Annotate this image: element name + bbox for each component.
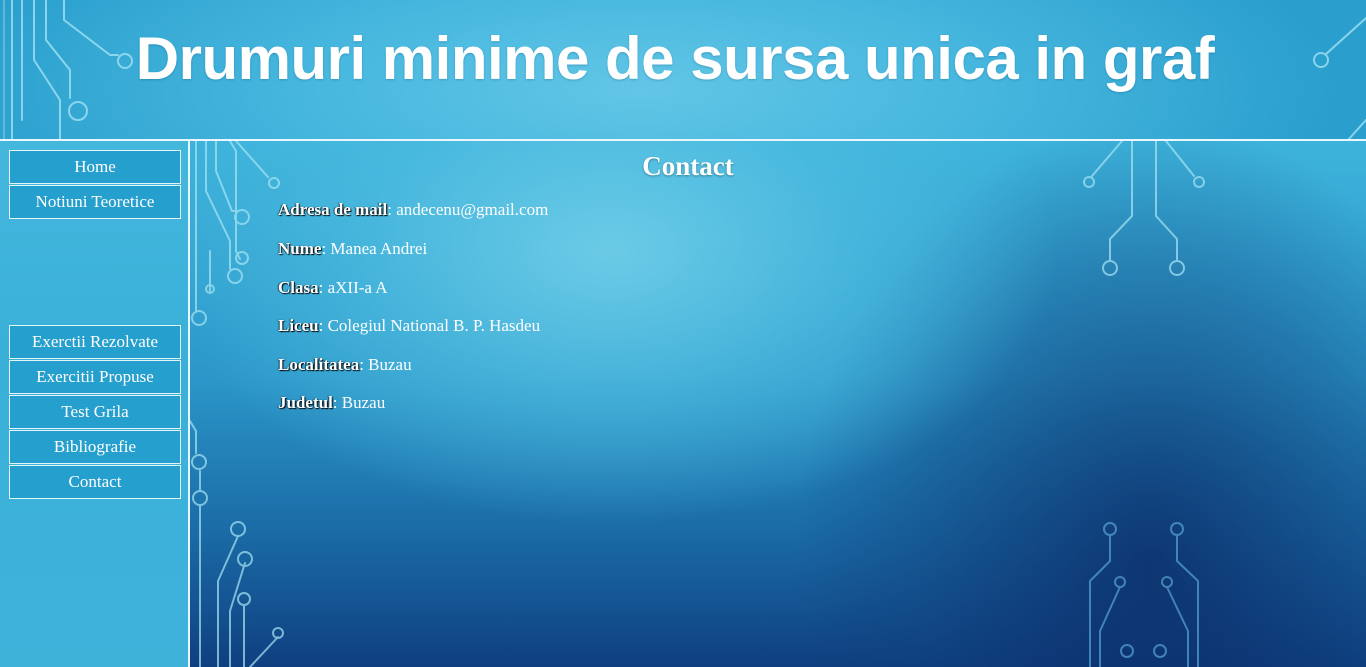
sidebar-item-exercitii-rezolvate[interactable]: Exerctii Rezolvate <box>9 325 181 359</box>
contact-county-label: Judetul <box>278 393 333 412</box>
sidebar-item-label: Home <box>74 157 116 176</box>
sidebar-item-label: Exercitii Propuse <box>36 367 154 386</box>
contact-class-label: Clasa <box>278 278 319 297</box>
page-title: Drumuri minime de sursa unica in graf <box>0 24 1366 93</box>
sidebar-item-label: Test Grila <box>61 402 129 421</box>
sidebar-item-notiuni-teoretice[interactable]: Notiuni Teoretice <box>9 185 181 219</box>
contact-city-label: Localitatea <box>278 355 360 374</box>
contact-city-value: : Buzau <box>359 355 412 374</box>
page-title-text: Drumuri minime de sursa unica in graf <box>135 25 1215 92</box>
sidebar-item-bibliografie[interactable]: Bibliografie <box>9 430 181 464</box>
contact-school-label: Liceu <box>278 316 319 335</box>
contact-class-value: : aXII-a A <box>318 278 388 297</box>
contact-name-row: Nume: Manea Andrei <box>278 239 427 259</box>
sidebar-item-label: Exerctii Rezolvate <box>31 332 159 351</box>
contact-county-value: : Buzau <box>332 393 386 412</box>
contact-county-row: Judetul: Buzau <box>278 393 385 413</box>
sidebar-item-contact[interactable]: Contact <box>9 465 181 499</box>
contact-school-value: : Colegiul National B. P. Hasdeu <box>318 316 541 335</box>
contact-name-value: : Manea Andrei <box>321 239 428 258</box>
contact-class-row: Clasa: aXII-a A <box>278 278 388 298</box>
sidebar-item-label: Contact <box>68 472 122 491</box>
sidebar-item-exercitii-propuse[interactable]: Exercitii Propuse <box>9 360 181 394</box>
page-header: Drumuri minime de sursa unica in graf <box>0 0 1366 140</box>
contact-email-value: : andecenu@gmail.com <box>387 200 549 219</box>
sidebar-item-label: Notiuni Teoretice <box>35 192 155 211</box>
contact-school-row: Liceu: Colegiul National B. P. Hasdeu <box>278 316 540 336</box>
contact-email-row: Adresa de mail: andecenu@gmail.com <box>278 200 548 220</box>
contact-city-row: Localitatea: Buzau <box>278 355 412 375</box>
sidebar-item-test-grila[interactable]: Test Grila <box>9 395 181 429</box>
contact-heading: Contact <box>642 151 734 181</box>
circuit-pattern-icon <box>1089 522 1199 667</box>
contact-name-label: Nume <box>278 239 322 258</box>
main-content: Contact Adresa de mail: andecenu@gmail.c… <box>190 141 1366 667</box>
contact-email-label: Adresa de mail <box>278 200 388 219</box>
sidebar-item-home[interactable]: Home <box>9 150 181 184</box>
sidebar-item-label: Bibliografie <box>53 437 137 456</box>
